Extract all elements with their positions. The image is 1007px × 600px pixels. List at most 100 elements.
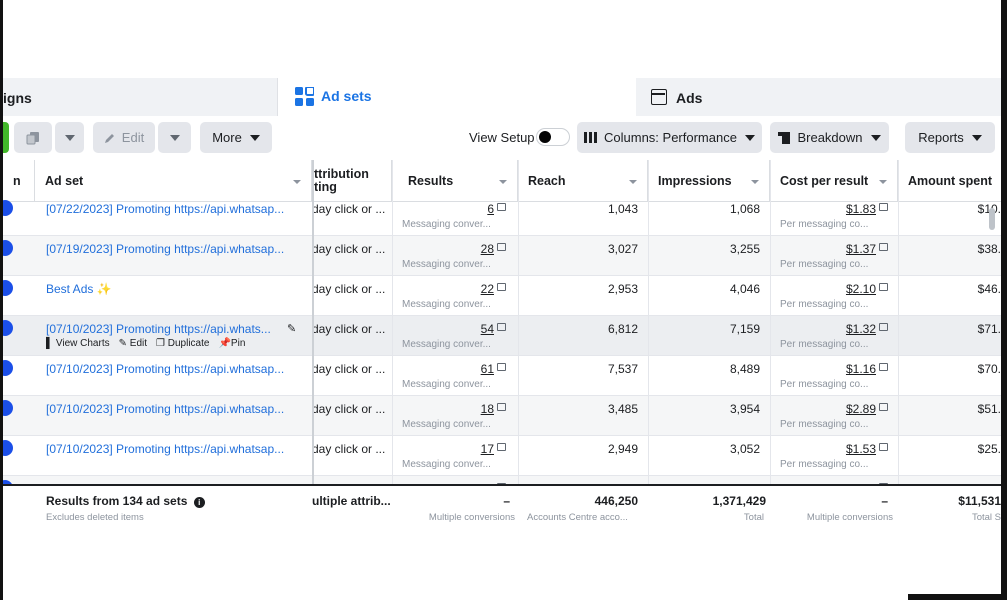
results-type: Messaging conver... bbox=[402, 459, 491, 470]
status-toggle[interactable] bbox=[3, 240, 13, 256]
view-charts-action[interactable]: ▌ View Charts bbox=[46, 338, 110, 349]
duplicate-icon bbox=[26, 131, 39, 144]
results-value[interactable]: 28 bbox=[481, 242, 494, 256]
results-cell: 61 Messaging conver... bbox=[392, 360, 508, 396]
reach-value: 6,812 bbox=[607, 322, 638, 336]
edit-action[interactable]: ✎ Edit bbox=[119, 338, 147, 349]
cost-per-result-value[interactable]: $1.83 bbox=[846, 202, 876, 216]
header-ad-set-label: Ad set bbox=[45, 173, 84, 188]
sort-icon bbox=[293, 180, 301, 184]
create-button[interactable] bbox=[3, 122, 9, 153]
results-value[interactable]: 22 bbox=[481, 282, 494, 296]
results-cell: 6 Messaging conver... bbox=[392, 200, 508, 236]
table-row[interactable]: [07/22/2023] Promoting https://api.whats… bbox=[3, 196, 1001, 236]
cost-per-result-value[interactable]: $1.53 bbox=[846, 442, 876, 456]
pencil-icon[interactable]: ✎ bbox=[287, 322, 296, 335]
totals-row: Results from 134 ad sets i Excludes dele… bbox=[3, 484, 1001, 524]
results-value[interactable]: 61 bbox=[481, 362, 494, 376]
edit-button-label: Edit bbox=[121, 130, 145, 145]
view-setup-toggle[interactable] bbox=[536, 128, 570, 146]
cost-per-result-type: Per messaging co... bbox=[780, 219, 869, 230]
impressions-value: 8,489 bbox=[729, 362, 760, 376]
column-divider bbox=[770, 160, 771, 524]
breakdown-icon bbox=[778, 131, 791, 144]
frozen-column-divider bbox=[312, 160, 314, 524]
breakdown-button[interactable]: Breakdown bbox=[770, 122, 889, 153]
cost-per-result-value[interactable]: $1.37 bbox=[846, 242, 876, 256]
cost-per-result-value[interactable]: $1.16 bbox=[846, 362, 876, 376]
reach-value: 2,953 bbox=[607, 282, 638, 296]
duplicate-dropdown-button[interactable] bbox=[55, 122, 84, 153]
impressions-value: 3,052 bbox=[729, 442, 760, 456]
info-icon[interactable]: i bbox=[193, 497, 205, 508]
tab-ad-sets[interactable]: Ad sets bbox=[278, 76, 636, 120]
tab-campaigns[interactable]: igns bbox=[3, 78, 278, 116]
amount-spent-value: $10. bbox=[898, 202, 1001, 216]
ad-set-name-link[interactable]: [07/10/2023] Promoting https://api.whats… bbox=[46, 402, 296, 416]
pencil-icon bbox=[104, 133, 114, 143]
table-row[interactable]: [07/19/2023] Promoting https://api.whats… bbox=[3, 236, 1001, 276]
cost-per-result-cell: $1.53 Per messaging co... bbox=[770, 440, 890, 476]
duplicate-action[interactable]: ❐ Duplicate bbox=[156, 338, 209, 349]
column-divider bbox=[898, 160, 899, 524]
row-actions: ▌ View Charts ✎ Edit ❐ Duplicate 📌Pin bbox=[46, 338, 254, 349]
results-type: Messaging conver... bbox=[402, 259, 491, 270]
totals-impressions-sub: Total bbox=[743, 512, 764, 523]
sort-icon bbox=[751, 180, 759, 184]
table-row[interactable]: [07/10/2023] Promoting https://api.whats… bbox=[3, 436, 1001, 476]
impressions-value: 7,159 bbox=[729, 322, 760, 336]
results-cell: 28 Messaging conver... bbox=[392, 240, 508, 276]
amount-spent-value: $71. bbox=[977, 322, 1001, 336]
comment-icon bbox=[497, 363, 506, 371]
tab-campaigns-label: igns bbox=[3, 90, 32, 106]
ad-set-name-link[interactable]: [07/10/2023] Promoting https://api.whats… bbox=[46, 442, 296, 456]
attribution-setting: day click or ... bbox=[312, 322, 386, 336]
status-toggle[interactable] bbox=[3, 280, 13, 296]
cost-per-result-cell: $1.37 Per messaging co... bbox=[770, 240, 890, 276]
status-toggle[interactable] bbox=[3, 360, 13, 376]
sort-icon bbox=[499, 180, 507, 184]
results-value[interactable]: 18 bbox=[481, 402, 494, 416]
impressions-value: 3,954 bbox=[729, 402, 760, 416]
status-toggle[interactable] bbox=[3, 400, 13, 416]
cost-per-result-value[interactable]: $2.10 bbox=[846, 282, 876, 296]
horizontal-scrollbar[interactable] bbox=[989, 208, 995, 230]
tab-ads[interactable]: Ads bbox=[636, 78, 1001, 116]
table-row[interactable]: [07/10/2023] Promoting https://api.whats… bbox=[3, 396, 1001, 436]
ad-set-name-link[interactable]: [07/10/2023] Promoting https://api.whats… bbox=[46, 362, 296, 376]
table-row[interactable]: [07/10/2023] Promoting https://api.whats… bbox=[3, 356, 1001, 396]
cost-per-result-value[interactable]: $2.89 bbox=[846, 402, 876, 416]
columns-button[interactable]: Columns: Performance bbox=[577, 122, 762, 153]
results-cell: 17 Messaging conver... bbox=[392, 440, 508, 476]
results-value[interactable]: 17 bbox=[481, 442, 494, 456]
results-value[interactable]: 54 bbox=[481, 322, 494, 336]
comment-icon bbox=[497, 203, 506, 211]
impressions-value: 4,046 bbox=[729, 282, 760, 296]
more-button[interactable]: More bbox=[200, 122, 272, 153]
ad-set-name-link[interactable]: [07/10/2023] Promoting https://api.whats… bbox=[46, 322, 296, 336]
pin-action[interactable]: 📌Pin bbox=[218, 338, 245, 349]
duplicate-button[interactable] bbox=[14, 122, 52, 153]
table-row[interactable]: [07/10/2023] Promoting https://api.whats… bbox=[3, 316, 1001, 356]
comment-icon bbox=[497, 323, 506, 331]
edit-dropdown-button[interactable] bbox=[158, 122, 191, 153]
results-value[interactable]: 6 bbox=[487, 202, 494, 216]
table-row[interactable]: Best Ads ✨ day click or ... 22 Messaging co… bbox=[3, 276, 1001, 316]
cost-per-result-type: Per messaging co... bbox=[780, 419, 869, 430]
header-delivery-glyph: n bbox=[13, 173, 21, 188]
amount-spent-value: $38. bbox=[977, 242, 1001, 256]
status-toggle[interactable] bbox=[3, 200, 13, 216]
cost-per-result-value[interactable]: $1.32 bbox=[846, 322, 876, 336]
attribution-setting: day click or ... bbox=[312, 282, 386, 296]
impressions-value: 1,068 bbox=[729, 202, 760, 216]
ad-set-name-link[interactable]: [07/19/2023] Promoting https://api.whats… bbox=[46, 242, 296, 256]
reports-button[interactable]: Reports bbox=[905, 122, 995, 153]
ad-set-name-link[interactable]: [07/22/2023] Promoting https://api.whats… bbox=[46, 202, 296, 216]
comment-icon bbox=[879, 363, 888, 371]
ad-set-name-link[interactable]: Best Ads ✨ bbox=[46, 282, 296, 296]
status-toggle[interactable] bbox=[3, 440, 13, 456]
status-toggle[interactable] bbox=[3, 320, 13, 336]
edit-button[interactable]: Edit bbox=[93, 122, 155, 153]
chevron-down-icon bbox=[249, 134, 260, 141]
results-cell: 54 Messaging conver... bbox=[392, 320, 508, 356]
